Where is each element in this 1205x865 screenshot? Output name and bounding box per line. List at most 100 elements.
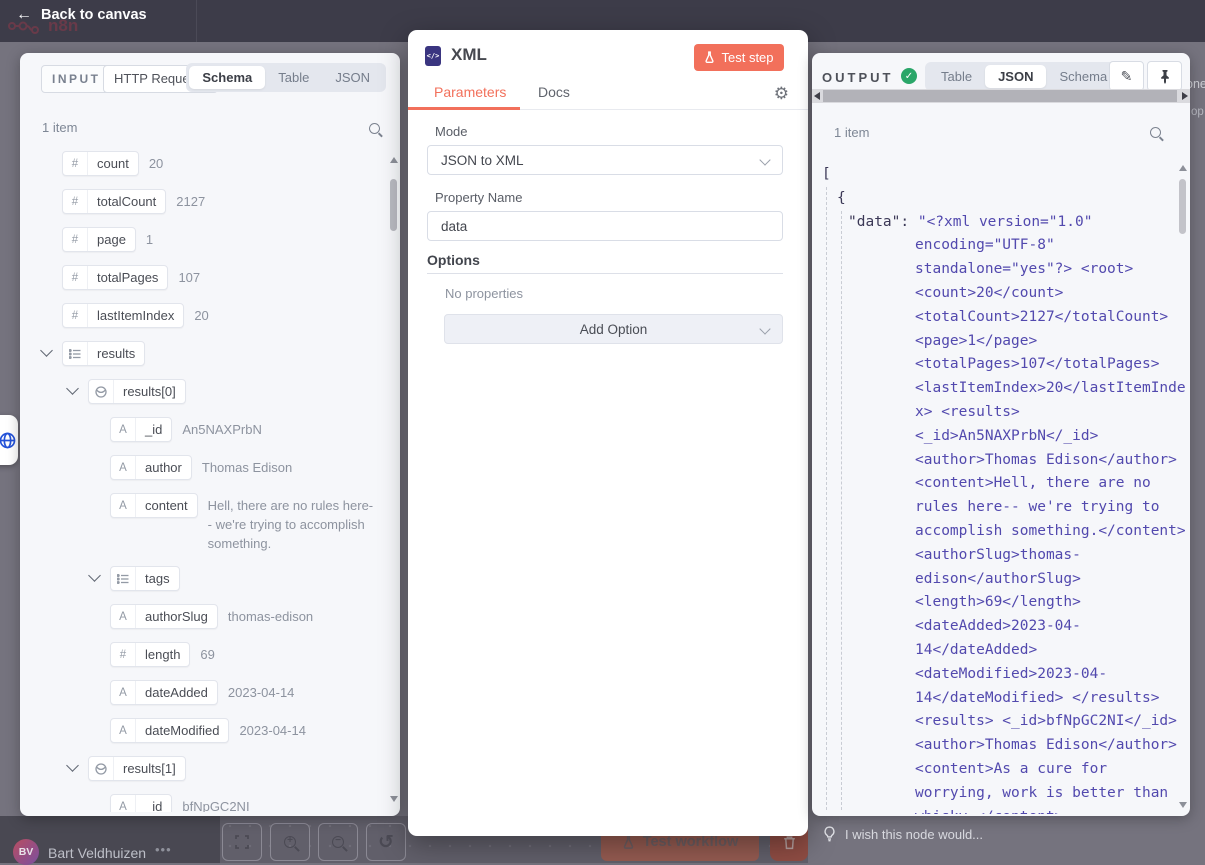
- schema-field-pill[interactable]: tags: [110, 566, 180, 591]
- horizontal-scrollbar[interactable]: [812, 89, 1190, 103]
- tab-schema[interactable]: Schema: [189, 66, 265, 89]
- schema-field-pill[interactable]: #lastItemIndex: [62, 303, 184, 328]
- json-line: <authorSlug>thomas-: [812, 544, 1176, 568]
- settings-gear-icon[interactable]: ⚙: [774, 84, 789, 104]
- output-scrollbar[interactable]: [1179, 165, 1187, 808]
- output-items-count: 1 item: [834, 125, 869, 140]
- schema-field-pill[interactable]: #page: [62, 227, 136, 252]
- fit-view-button[interactable]: [222, 823, 262, 861]
- object-type-icon: [89, 757, 114, 780]
- test-step-label: Test step: [721, 50, 773, 65]
- number-type-icon: #: [63, 228, 88, 251]
- schema-field-pill[interactable]: A_id: [110, 417, 172, 442]
- back-to-canvas-button[interactable]: ← Back to canvas: [16, 6, 147, 24]
- tab-docs[interactable]: Docs: [538, 84, 570, 100]
- json-line: x> <results>: [812, 401, 1176, 425]
- schema-row: #length 69: [20, 642, 390, 667]
- avatar[interactable]: BV: [13, 839, 39, 865]
- test-step-button[interactable]: Test step: [694, 44, 784, 71]
- json-line: "data": "<?xml version="1.0": [812, 211, 1176, 235]
- search-icon[interactable]: [369, 123, 380, 134]
- schema-field-pill[interactable]: #totalPages: [62, 265, 168, 290]
- schema-field-pill[interactable]: Acontent: [110, 493, 198, 518]
- schema-field-pill[interactable]: AauthorSlug: [110, 604, 218, 629]
- json-brace: {: [837, 190, 846, 206]
- chevron-down-icon: [759, 323, 770, 334]
- schema-field-pill[interactable]: AdateAdded: [110, 680, 218, 705]
- zoom-out-button[interactable]: −: [318, 823, 358, 861]
- node-feedback-bar[interactable]: I wish this node would...: [812, 818, 1205, 850]
- floating-help-button[interactable]: [0, 415, 18, 465]
- add-option-label: Add Option: [580, 322, 648, 337]
- field-value: 2023-04-14: [239, 721, 390, 740]
- string-type-icon: A: [111, 494, 136, 517]
- json-string-value: "<?xml version="1.0": [918, 214, 1093, 230]
- schema-field-pill[interactable]: #totalCount: [62, 189, 166, 214]
- chevron-down-icon[interactable]: [88, 569, 101, 582]
- edit-output-button[interactable]: ✎: [1109, 61, 1144, 91]
- field-label: lastItemIndex: [88, 304, 183, 327]
- pin-data-button[interactable]: [1147, 61, 1182, 91]
- user-menu-dots[interactable]: •••: [155, 842, 172, 857]
- schema-field-pill[interactable]: #length: [110, 642, 190, 667]
- schema-field-pill[interactable]: Aauthor: [110, 455, 192, 480]
- input-panel: INPUT HTTP Request3 SchemaTableJSON 1 it…: [20, 53, 400, 816]
- schema-field-pill[interactable]: A_id: [110, 794, 172, 812]
- schema-field-pill[interactable]: results: [62, 341, 145, 366]
- input-view-tabs: SchemaTableJSON: [186, 63, 386, 92]
- add-option-button[interactable]: Add Option: [444, 314, 783, 344]
- success-check-icon: ✓: [901, 68, 917, 84]
- field-label: _id: [136, 418, 171, 441]
- tab-json[interactable]: JSON: [985, 65, 1046, 88]
- json-string-value: <dateModified>2023-04-: [915, 666, 1107, 682]
- field-label: tags: [136, 567, 179, 590]
- scrollbar-thumb[interactable]: [390, 179, 397, 231]
- input-scrollbar[interactable]: [390, 153, 398, 806]
- field-value: 20: [194, 306, 390, 325]
- json-string-value: <_id>An5NAXPrbN</_id>: [915, 428, 1098, 444]
- tab-table[interactable]: Table: [265, 66, 322, 89]
- json-line: encoding="UTF-8": [812, 234, 1176, 258]
- scroll-up-icon: [1179, 165, 1187, 171]
- field-value: 69: [200, 645, 390, 664]
- schema-field-pill[interactable]: #count: [62, 151, 139, 176]
- json-string-value: <content>Hell, there are no: [915, 475, 1151, 491]
- json-string-value: <authorSlug>thomas-: [915, 547, 1081, 563]
- schema-field-pill[interactable]: results[0]: [88, 379, 186, 404]
- schema-field-pill[interactable]: AdateModified: [110, 718, 229, 743]
- user-name: Bart Veldhuizen: [48, 845, 146, 861]
- property-name-input[interactable]: data: [427, 211, 783, 241]
- number-type-icon: #: [63, 304, 88, 327]
- json-line: edison</authorSlug>: [812, 568, 1176, 592]
- schema-row: #totalPages107: [20, 265, 390, 290]
- json-line: {: [812, 187, 1176, 211]
- tab-table[interactable]: Table: [928, 65, 985, 88]
- json-string-value: encoding="UTF-8": [915, 237, 1055, 253]
- scrollbar-thumb[interactable]: [823, 90, 1177, 102]
- field-label: author: [136, 456, 191, 479]
- field-label: _id: [136, 795, 171, 812]
- property-name-label: Property Name: [435, 190, 522, 205]
- number-type-icon: #: [63, 266, 88, 289]
- schema-field-pill[interactable]: results[1]: [88, 756, 186, 781]
- chevron-down-icon[interactable]: [40, 344, 53, 357]
- search-icon[interactable]: [1150, 127, 1161, 138]
- zoom-out-icon: −: [332, 836, 344, 848]
- json-line: rules here-- we're trying to: [812, 496, 1176, 520]
- chevron-down-icon[interactable]: [66, 759, 79, 772]
- feedback-text: I wish this node would...: [845, 827, 983, 842]
- json-line: <dateModified>2023-04-: [812, 663, 1176, 687]
- mode-select[interactable]: JSON to XML: [427, 145, 783, 175]
- back-label: Back to canvas: [41, 7, 147, 23]
- tab-json[interactable]: JSON: [322, 66, 383, 89]
- chevron-down-icon[interactable]: [66, 382, 79, 395]
- tab-parameters[interactable]: Parameters: [434, 84, 506, 100]
- scrollbar-thumb[interactable]: [1179, 179, 1186, 234]
- json-string-value: <author>Thomas Edison</author>: [915, 452, 1177, 468]
- field-label: content: [136, 494, 197, 517]
- zoom-in-button[interactable]: +: [270, 823, 310, 861]
- json-string-value: whisky.</content>: [915, 809, 1063, 814]
- json-line: <author>Thomas Edison</author>: [812, 734, 1176, 758]
- reset-zoom-button[interactable]: ↺: [366, 823, 406, 861]
- output-view-tabs: TableJSONSchema: [925, 62, 1123, 91]
